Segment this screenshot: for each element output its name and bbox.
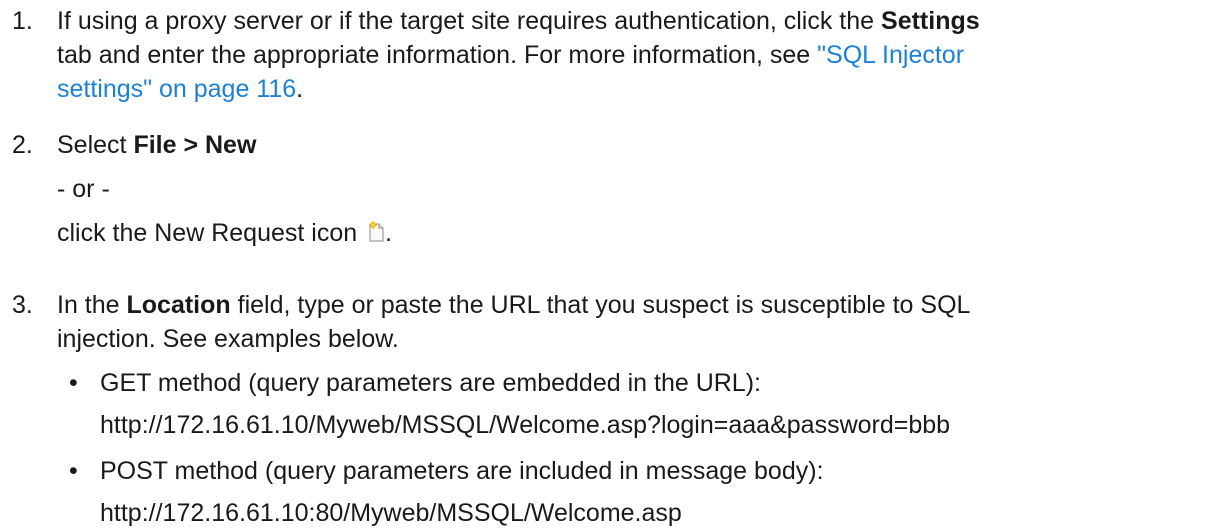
step-text: tab and enter the appropriate informatio… [57, 41, 818, 69]
step-text: click the New Request icon [57, 219, 365, 247]
post-method-label: POST method (query parameters are includ… [100, 457, 824, 485]
sql-injector-settings-link[interactable]: "SQL Injector [817, 41, 964, 69]
step-number: 2. [12, 131, 33, 159]
bullet-marker: • [69, 457, 78, 485]
step-line: click the New Request icon . [57, 216, 1212, 250]
step-text: Select [57, 131, 134, 159]
sql-injector-settings-link-continued[interactable]: settings" on page 116 [57, 75, 296, 103]
step-line: Select File > New [57, 128, 1212, 162]
step-line: tab and enter the appropriate informatio… [57, 38, 1212, 72]
document-page: 1. If using a proxy server or if the tar… [0, 0, 1220, 528]
post-method-url: http://172.16.61.10:80/Myweb/MSSQL/Welco… [100, 499, 682, 527]
bullet-content: GET method (query parameters are embedde… [100, 366, 1212, 442]
step-line: injection. See examples below. [57, 325, 399, 353]
bullet-marker: • [69, 369, 78, 397]
get-method-label: GET method (query parameters are embedde… [100, 369, 761, 397]
step-text: If using a proxy server or if the target… [57, 7, 882, 35]
new-request-icon [368, 221, 385, 242]
step-number: 1. [12, 7, 33, 35]
or-separator: - or - [57, 175, 110, 203]
step-text: . [296, 75, 304, 103]
step-number: 3. [12, 291, 33, 319]
step-body: If using a proxy server or if the target… [57, 4, 1212, 106]
bullet-content: POST method (query parameters are includ… [100, 454, 1212, 530]
step-body: In the Location field, type or paste the… [57, 288, 1212, 356]
step-text: . [385, 219, 393, 247]
step-body: Select File > New - or - click the New R… [57, 128, 1212, 250]
step-line: settings" on page 116. [57, 72, 1212, 106]
location-field-term: Location [126, 291, 231, 319]
get-method-url: http://172.16.61.10/Myweb/MSSQL/Welcome.… [100, 411, 951, 439]
file-new-menu-term: File > New [133, 131, 257, 159]
step-text: field, type or paste the URL that you su… [230, 291, 971, 319]
step-text: In the [57, 291, 127, 319]
step-line: In the Location field, type or paste the… [57, 288, 1212, 322]
example-list: • GET method (query parameters are embed… [12, 366, 1212, 527]
settings-tab-term: Settings [881, 7, 980, 35]
step-line: If using a proxy server or if the target… [57, 4, 1212, 38]
